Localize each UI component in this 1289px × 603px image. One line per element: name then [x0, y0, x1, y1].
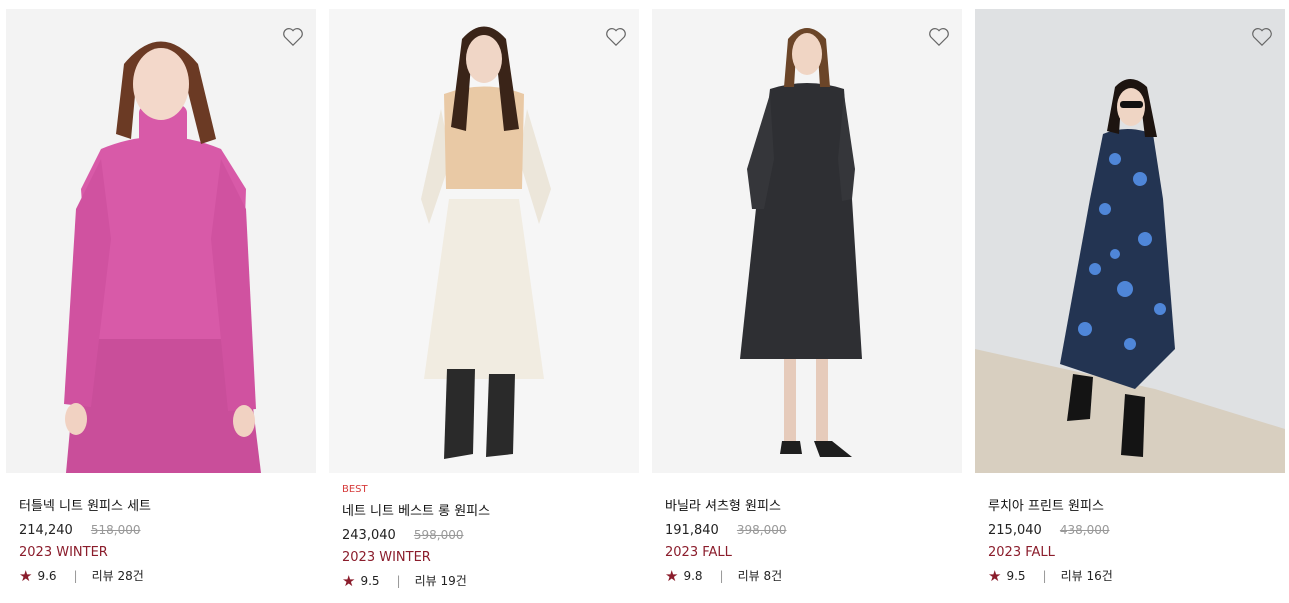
product-image[interactable]: [6, 9, 316, 473]
original-price: 398,000: [736, 523, 787, 537]
product-name[interactable]: 바닐라 셔츠형 원피스: [665, 497, 962, 517]
product-season: 2023 FALL: [988, 545, 1055, 560]
product-card[interactable]: 루치아 프린트 원피스 215,040 438,000 2023 FALL ★ …: [975, 0, 1285, 603]
star-icon: ★: [19, 567, 33, 585]
product-name[interactable]: 터틀넥 니트 원피스 세트: [19, 497, 316, 517]
divider: |: [1042, 569, 1047, 583]
sale-price: 215,040: [988, 523, 1042, 538]
rating-score: 9.5: [1006, 569, 1026, 583]
review-count[interactable]: 리뷰 16건: [1061, 565, 1113, 587]
wishlist-heart-icon[interactable]: [605, 27, 627, 47]
product-rating: ★ 9.5 | 리뷰 16건: [988, 565, 1285, 587]
sale-price: 191,840: [665, 523, 719, 538]
star-icon: ★: [988, 567, 1002, 585]
original-price: 598,000: [413, 528, 464, 542]
product-prices: 215,040 438,000: [988, 519, 1285, 541]
divider: |: [73, 569, 78, 583]
review-count[interactable]: 리뷰 28건: [92, 565, 144, 587]
product-prices: 191,840 398,000: [665, 519, 962, 541]
original-price: 518,000: [90, 523, 141, 537]
product-name[interactable]: 네트 니트 베스트 롱 원피스: [342, 502, 639, 522]
product-badge: BEST: [342, 484, 368, 495]
wishlist-heart-icon[interactable]: [928, 27, 950, 47]
star-icon: ★: [665, 567, 679, 585]
wishlist-heart-icon[interactable]: [1251, 27, 1273, 47]
wishlist-heart-icon[interactable]: [282, 27, 304, 47]
product-season: 2023 WINTER: [19, 545, 108, 560]
rating-score: 9.8: [683, 569, 703, 583]
divider: |: [396, 574, 401, 588]
product-info: 바닐라 셔츠형 원피스 191,840 398,000 2023 FALL ★ …: [665, 497, 962, 587]
product-rating: ★ 9.5 | 리뷰 19건: [342, 570, 639, 592]
product-info: 루치아 프린트 원피스 215,040 438,000 2023 FALL ★ …: [988, 497, 1285, 587]
product-image[interactable]: [975, 9, 1285, 473]
product-image[interactable]: [329, 9, 639, 473]
product-card[interactable]: 터틀넥 니트 원피스 세트 214,240 518,000 2023 WINTE…: [6, 0, 316, 603]
rating-score: 9.5: [360, 574, 380, 588]
product-name[interactable]: 루치아 프린트 원피스: [988, 497, 1285, 517]
product-card[interactable]: 바닐라 셔츠형 원피스 191,840 398,000 2023 FALL ★ …: [652, 0, 962, 603]
sale-price: 243,040: [342, 528, 396, 543]
product-info: BEST 네트 니트 베스트 롱 원피스 243,040 598,000 202…: [342, 483, 639, 592]
product-prices: 214,240 518,000: [19, 519, 316, 541]
product-season: 2023 FALL: [665, 545, 732, 560]
review-count[interactable]: 리뷰 19건: [415, 570, 467, 592]
original-price: 438,000: [1059, 523, 1110, 537]
star-icon: ★: [342, 572, 356, 590]
product-info: 터틀넥 니트 원피스 세트 214,240 518,000 2023 WINTE…: [19, 497, 316, 587]
product-prices: 243,040 598,000: [342, 524, 639, 546]
product-image[interactable]: [652, 9, 962, 473]
product-card[interactable]: BEST 네트 니트 베스트 롱 원피스 243,040 598,000 202…: [329, 0, 639, 603]
divider: |: [719, 569, 724, 583]
rating-score: 9.6: [37, 569, 57, 583]
review-count[interactable]: 리뷰 8건: [738, 565, 783, 587]
product-rating: ★ 9.6 | 리뷰 28건: [19, 565, 316, 587]
product-season: 2023 WINTER: [342, 550, 431, 565]
sale-price: 214,240: [19, 523, 73, 538]
product-rating: ★ 9.8 | 리뷰 8건: [665, 565, 962, 587]
product-grid: 터틀넥 니트 원피스 세트 214,240 518,000 2023 WINTE…: [0, 0, 1289, 603]
